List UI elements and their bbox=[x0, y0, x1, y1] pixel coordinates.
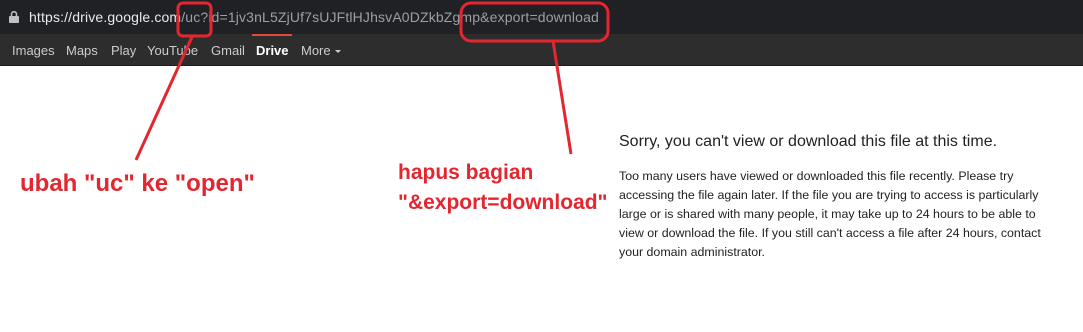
gbar-more-label: More bbox=[301, 43, 331, 58]
annotation-remove-export-line1: hapus bagian bbox=[398, 161, 534, 184]
gbar-link-maps[interactable]: Maps bbox=[66, 43, 98, 58]
url-host: https://drive.google.com bbox=[29, 9, 182, 25]
gbar-more-menu[interactable]: More bbox=[301, 43, 341, 58]
annotation-change-uc: ubah "uc" ke "open" bbox=[20, 170, 255, 197]
error-title: Sorry, you can't view or download this f… bbox=[619, 133, 998, 150]
gbar-link-images[interactable]: Images bbox=[12, 43, 55, 58]
annotation-remove-export-line2: "&export=download" bbox=[398, 191, 608, 214]
google-bar: Images Maps Play YouTube Gmail Drive Mor… bbox=[0, 34, 1083, 66]
gbar-link-youtube[interactable]: YouTube bbox=[147, 43, 198, 58]
address-bar[interactable]: https://drive.google.com/uc?id=1jv3nL5Zj… bbox=[0, 0, 1083, 34]
gbar-link-gmail[interactable]: Gmail bbox=[211, 43, 245, 58]
chevron-down-icon bbox=[334, 50, 341, 54]
lock-icon bbox=[9, 11, 19, 23]
error-body: Too many users have viewed or downloaded… bbox=[619, 169, 1041, 259]
url-path: /uc?id=1jv3nL5ZjUf7sUJFtlHJhsvA0DZkbZgmp… bbox=[181, 9, 599, 25]
gbar-link-play[interactable]: Play bbox=[111, 43, 136, 58]
url-text[interactable]: https://drive.google.com/uc?id=1jv3nL5Zj… bbox=[29, 9, 599, 25]
active-tab-indicator bbox=[252, 34, 292, 36]
annotation-remove-export: hapus bagian "&export=download" bbox=[398, 158, 608, 218]
gbar-link-drive[interactable]: Drive bbox=[256, 43, 289, 58]
